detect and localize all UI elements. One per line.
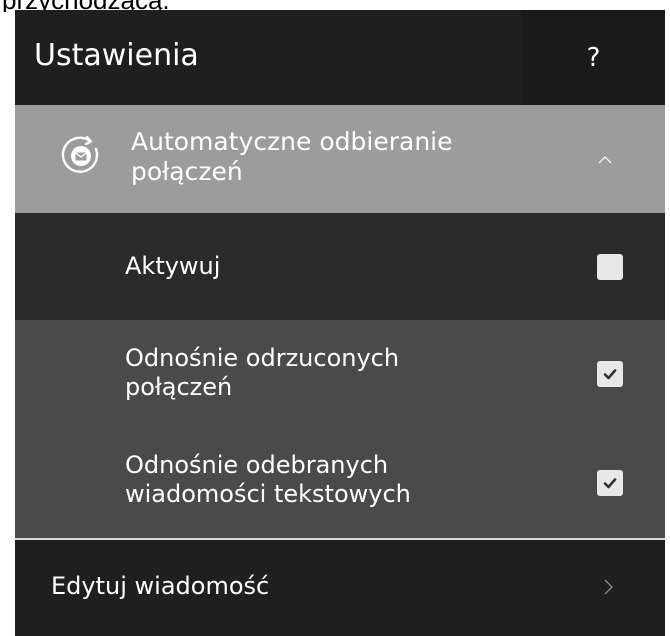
activate-checkbox[interactable] <box>597 254 623 280</box>
rejected-calls-label-line2: połączeń <box>125 373 233 401</box>
received-sms-checkbox[interactable] <box>597 470 623 496</box>
option-row-received-sms[interactable]: Odnośnie odebranych wiadomości tekstowyc… <box>15 429 665 538</box>
chevron-up-icon <box>598 156 612 164</box>
chevron-right-icon <box>604 579 613 595</box>
edit-message-row[interactable]: Edytuj wiadomość <box>15 540 665 636</box>
help-area: ? <box>522 10 665 105</box>
help-button[interactable]: ? <box>522 10 665 105</box>
received-sms-label-line2: wiadomości tekstowych <box>125 480 411 508</box>
section-title: Automatyczne odbieranie połączeń <box>131 127 551 187</box>
page-title: Ustawienia <box>34 38 199 73</box>
option-row-activate[interactable]: Aktywuj <box>15 213 665 320</box>
section-title-line2: połączeń <box>131 157 243 186</box>
received-sms-label: Odnośnie odebranych wiadomości tekstowyc… <box>125 451 545 509</box>
auto-answer-section-header[interactable]: Automatyczne odbieranie połączeń <box>15 105 665 213</box>
section-title-line1: Automatyczne odbieranie <box>131 127 453 156</box>
settings-panel: Ustawienia ? Automatyczne odbieranie poł… <box>15 10 665 636</box>
rejected-calls-checkbox[interactable] <box>597 361 623 387</box>
option-row-rejected-calls[interactable]: Odnośnie odrzuconych połączeń <box>15 320 665 429</box>
rejected-calls-label-line1: Odnośnie odrzuconych <box>125 344 400 372</box>
checkmark-icon <box>603 369 617 380</box>
header-bar: Ustawienia ? <box>15 10 665 105</box>
received-sms-label-line1: Odnośnie odebranych <box>125 451 389 479</box>
auto-reply-message-icon <box>61 135 99 173</box>
rejected-calls-label: Odnośnie odrzuconych połączeń <box>125 344 545 402</box>
edit-message-label: Edytuj wiadomość <box>51 572 270 600</box>
checkmark-icon <box>603 478 617 489</box>
activate-label: Aktywuj <box>125 252 221 280</box>
